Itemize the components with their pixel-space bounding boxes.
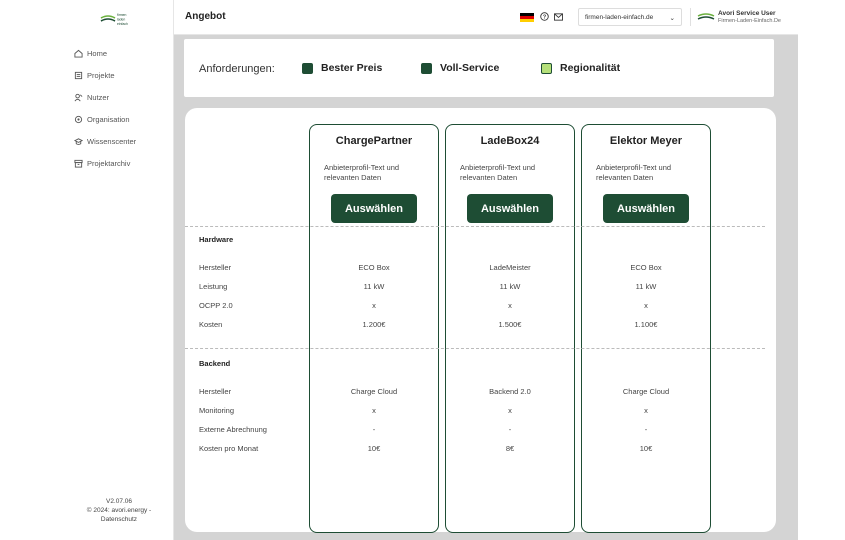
sidebar-item-wissenscenter[interactable]: Wissenscenter [74, 130, 136, 152]
table-cell: LadeMeister [489, 263, 531, 272]
svg-text:?: ? [543, 15, 546, 21]
version-label: V2.07.06 [105, 498, 133, 505]
user-domain: Firmen-Laden-Einfach.De [718, 18, 781, 24]
sidebar-footer: V2.07.06 © 2024: avori.energy - Datensch… [64, 497, 174, 524]
table-cell: 11 kW [499, 282, 521, 291]
sidebar-item-projektarchiv[interactable]: Projektarchiv [74, 152, 136, 174]
separator [690, 8, 691, 26]
requirement-label: Bester Preis [321, 62, 383, 74]
help-icon[interactable]: ? [540, 12, 549, 21]
row-label: Monitoring [199, 406, 235, 415]
select-provider-button[interactable]: Auswählen [467, 194, 553, 223]
row-label: Hersteller [199, 263, 232, 272]
table-cell: Charge Cloud [350, 387, 398, 396]
requirement-label: Voll-Service [440, 62, 500, 74]
table-cell: 1.200€ [362, 320, 386, 329]
brand-logo[interactable]: firmen laden einfach [100, 11, 140, 27]
section-title-hardware: Hardware [199, 235, 234, 244]
sidebar-item-organisation[interactable]: Organisation [74, 108, 136, 130]
select-provider-button[interactable]: Auswählen [603, 194, 689, 223]
table-cell: 1.100€ [634, 320, 658, 329]
table-cell: 10€ [367, 444, 381, 453]
table-cell: x [372, 406, 376, 415]
section-divider [185, 348, 765, 349]
sidebar-item-label: Wissenscenter [87, 136, 137, 146]
row-label: Kosten [199, 320, 223, 329]
checkbox-checked[interactable] [302, 62, 313, 74]
sidebar-item-projekte[interactable]: Projekte [74, 64, 136, 86]
row-label: Kosten pro Monat [199, 444, 259, 453]
requirement-bester-preis[interactable]: Bester Preis [302, 62, 382, 74]
table-cell: Charge Cloud [622, 387, 670, 396]
german-flag-icon[interactable] [520, 13, 534, 22]
table-cell: 1.500€ [498, 320, 522, 329]
table-cell: x [644, 406, 648, 415]
requirement-regionalitaet[interactable]: Regionalität [541, 62, 620, 74]
provider-name: LadeBox24 [480, 135, 540, 147]
section-title-backend: Backend [199, 359, 231, 368]
table-cell: - [644, 425, 648, 434]
table-cell: ECO Box [630, 263, 662, 272]
sidebar-item-label: Organisation [87, 114, 130, 124]
requirements-panel: Anforderungen: Bester Preis Voll-Service… [184, 39, 774, 97]
table-cell: 11 kW [635, 282, 657, 291]
row-label: OCPP 2.0 [199, 301, 233, 310]
sidebar-item-label: Nutzer [87, 92, 110, 102]
row-label: Hersteller [199, 387, 232, 396]
brand-line: firmen [117, 13, 127, 17]
sidebar-item-label: Home [87, 48, 108, 58]
sidebar-item-label: Projektarchiv [87, 158, 131, 168]
table-cell: 10€ [639, 444, 653, 453]
projects-icon [74, 71, 83, 79]
table-cell: - [372, 425, 376, 434]
requirements-label: Anforderungen: [199, 63, 275, 75]
requirement-voll-service[interactable]: Voll-Service [421, 62, 499, 74]
domain-select-value: firmen-laden-einfach.de [585, 14, 654, 21]
user-name[interactable]: Avori Service User [718, 10, 776, 17]
table-cell: x [508, 406, 512, 415]
table-cell: x [372, 301, 376, 310]
offer-comparison-panel: ChargePartner Anbieterprofil-Text und re… [185, 108, 776, 533]
organisation-icon [74, 115, 83, 123]
row-label: Leistung [199, 282, 228, 291]
provider-name: Elektor Meyer [609, 135, 683, 147]
archive-icon [74, 159, 83, 168]
users-icon [74, 93, 83, 101]
table-cell: Backend 2.0 [489, 387, 531, 396]
select-provider-button[interactable]: Auswählen [331, 194, 417, 223]
sidebar-item-label: Projekte [87, 70, 115, 80]
main-content: Anforderungen: Bester Preis Voll-Service… [174, 35, 798, 540]
page-title: Angebot [185, 11, 226, 22]
knowledge-icon [74, 137, 83, 145]
home-icon [74, 49, 83, 58]
requirement-label: Regionalität [560, 62, 621, 74]
domain-select[interactable]: firmen-laden-einfach.de ⌄ [578, 8, 682, 26]
row-label: Externe Abrechnung [199, 425, 267, 434]
table-cell: x [508, 301, 512, 310]
user-logo-icon [697, 13, 715, 20]
top-bar: Angebot ? firmen-laden-einfach.de ⌄ Avor… [174, 0, 798, 35]
table-cell: x [644, 301, 648, 310]
privacy-link[interactable]: Datenschutz [64, 515, 174, 524]
provider-description: Anbieterprofil-Text und relevanten Daten [596, 163, 672, 182]
checkbox-checked[interactable] [421, 62, 432, 74]
chevron-down-icon: ⌄ [669, 15, 675, 22]
table-cell: ECO Box [358, 263, 390, 272]
table-cell: 11 kW [363, 282, 385, 291]
sidebar-item-nutzer[interactable]: Nutzer [74, 86, 136, 108]
table-cell: 8€ [505, 444, 515, 453]
provider-description: Anbieterprofil-Text und relevanten Daten [460, 163, 536, 182]
section-divider [185, 226, 765, 227]
sidebar-item-home[interactable]: Home [74, 42, 136, 64]
brand-line: laden [117, 18, 125, 22]
brand-line: einfach [117, 22, 128, 26]
provider-name: ChargePartner [335, 135, 413, 147]
table-cell: - [508, 425, 512, 434]
mail-icon[interactable] [554, 13, 563, 21]
checkbox-checked[interactable] [541, 62, 552, 74]
copyright-label: © 2024: avori.energy - [86, 507, 152, 514]
sidebar: firmen laden einfach Home Projekte Nutze… [64, 0, 174, 540]
provider-description: Anbieterprofil-Text und relevanten Daten [324, 163, 400, 182]
sidebar-nav: Home Projekte Nutzer Organisation Wissen… [74, 42, 136, 174]
